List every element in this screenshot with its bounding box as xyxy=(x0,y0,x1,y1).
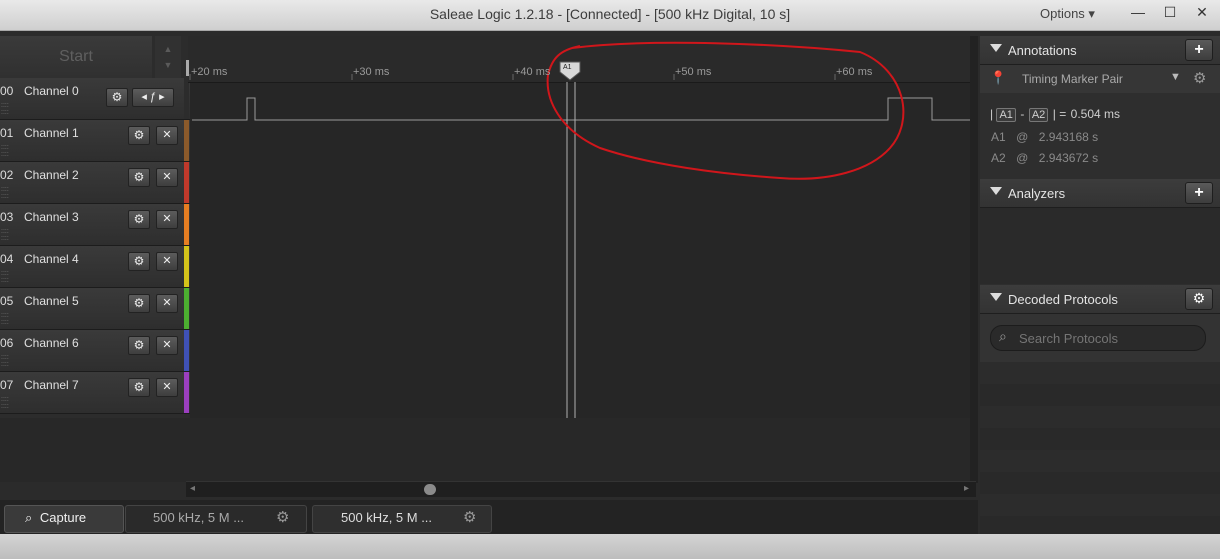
collapse-triangle-icon[interactable] xyxy=(990,187,1002,195)
at-symbol: @ xyxy=(1016,151,1029,165)
ruler-tick-label: +20 ms xyxy=(191,66,228,78)
a1-badge: A1 xyxy=(996,108,1016,122)
add-annotation-button[interactable]: + xyxy=(1185,39,1213,61)
measure-separator: - xyxy=(1020,107,1025,121)
a2-time-row: A2 @ 2.943672 s xyxy=(991,149,1098,167)
tab-session-label: 500 kHz, 5 M ... xyxy=(341,510,433,525)
gear-icon[interactable]: ⚙ xyxy=(463,506,476,530)
scroll-left-icon[interactable]: ◂ xyxy=(190,483,195,494)
a1-time-row: A1 @ 2.943168 s xyxy=(991,128,1098,146)
tab-session-label: 500 kHz, 5 M ... xyxy=(153,510,245,525)
empty-channel-area xyxy=(0,418,978,482)
collapse-triangle-icon[interactable] xyxy=(990,293,1002,301)
chevron-down-icon[interactable]: ▼ xyxy=(1170,71,1181,83)
ruler-tick-label: +40 ms xyxy=(514,66,551,78)
annotations-header[interactable]: Annotations + xyxy=(980,36,1220,65)
a2-time-value: 2.943672 s xyxy=(1038,151,1099,165)
a1-label: A1 xyxy=(991,130,1006,144)
a2-badge: A2 xyxy=(1028,108,1049,122)
channel-0-waveform xyxy=(192,97,970,121)
ruler-left-handle xyxy=(186,60,189,76)
marker-delta-value: 0.504 ms xyxy=(1070,107,1121,121)
tab-session-2[interactable]: 500 kHz, 5 M ... ⚙ xyxy=(312,505,492,533)
status-bar xyxy=(0,534,1220,559)
gear-icon[interactable]: ⚙ xyxy=(276,506,289,530)
add-analyzer-button[interactable]: + xyxy=(1185,182,1213,204)
scroll-right-icon[interactable]: ▸ xyxy=(964,483,969,494)
marker-pair-row[interactable]: 📍 Timing Marker Pair ▼ ⚙ xyxy=(980,65,1220,93)
measure-equals: = xyxy=(1059,107,1067,121)
pin-icon: 📍 xyxy=(990,70,1007,85)
a1-time-value: 2.943168 s xyxy=(1038,130,1099,144)
decoded-protocols-title: Decoded Protocols xyxy=(1008,292,1118,307)
ruler-tick-label: +30 ms xyxy=(353,66,390,78)
at-symbol: @ xyxy=(1016,130,1029,144)
scroll-thumb[interactable] xyxy=(424,484,436,495)
horizontal-scrollbar[interactable]: ◂ ▸ xyxy=(186,481,976,497)
tab-capture[interactable]: ⌕ Capture xyxy=(4,505,124,533)
ruler-tick-label: +60 ms xyxy=(836,66,873,78)
red-annotation-circle xyxy=(546,41,905,180)
marker-measurement: | A1 - A2 | = 0.504 ms xyxy=(990,107,1121,122)
marker-flag-label[interactable]: A1 xyxy=(563,64,572,71)
tab-session-1[interactable]: 500 kHz, 5 M ... ⚙ xyxy=(125,505,307,533)
a2-label: A2 xyxy=(991,151,1006,165)
analyzers-title: Analyzers xyxy=(1008,186,1066,201)
collapse-triangle-icon[interactable] xyxy=(990,44,1002,52)
search-protocols-field[interactable]: ⌕ xyxy=(990,325,1206,351)
decoded-protocols-list[interactable] xyxy=(980,362,1220,534)
gear-icon[interactable]: ⚙ xyxy=(1185,288,1213,310)
search-protocols-input[interactable] xyxy=(1017,328,1201,348)
search-icon: ⌕ xyxy=(25,510,33,525)
search-icon: ⌕ xyxy=(999,328,1007,344)
gear-icon[interactable]: ⚙ xyxy=(1193,69,1206,87)
analyzers-list xyxy=(980,208,1220,284)
analyzers-header[interactable]: Analyzers + xyxy=(980,179,1220,208)
vertical-scrollbar[interactable] xyxy=(970,36,978,483)
marker-pair-label: Timing Marker Pair xyxy=(1022,72,1123,86)
tab-capture-label: Capture xyxy=(39,510,87,525)
annotations-title: Annotations xyxy=(1008,43,1077,58)
ruler-tick-label: +50 ms xyxy=(675,66,712,78)
decoded-protocols-header[interactable]: Decoded Protocols ⚙ xyxy=(980,285,1220,314)
